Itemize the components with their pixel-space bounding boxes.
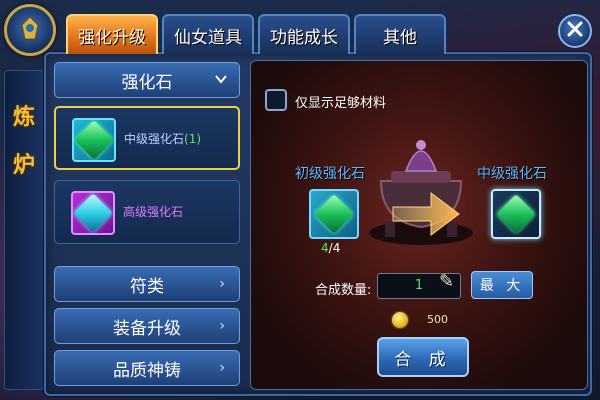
category-button-label: 装备升级 [113, 318, 181, 339]
category-button-label: 符类 [130, 276, 164, 297]
count-have: 4 [321, 241, 329, 255]
material-category-list: 强化石 中级强化石(1) 高级强化石 符类 › 装备升级 › 品质神铸 › [52, 58, 244, 394]
source-item-slot[interactable] [309, 189, 359, 239]
chevron-down-icon [215, 73, 227, 87]
count-need: 4 [332, 241, 341, 255]
item-label: 高级强化石 [123, 203, 183, 220]
category-button-equipment-upgrade[interactable]: 装备升级 › [54, 308, 240, 344]
gem-icon [496, 194, 536, 234]
gem-icon [73, 193, 113, 233]
side-banner-char: 炉 [13, 152, 36, 178]
coin-icon [391, 311, 409, 329]
arrow-right-icon [392, 192, 460, 236]
tab-fairy-items[interactable]: 仙女道具 [162, 14, 254, 54]
source-item-count: 4/4 [321, 241, 341, 255]
item-frame [71, 191, 115, 235]
feather-icon: ✎ [439, 271, 455, 292]
max-quantity-button[interactable]: 最 大 [471, 271, 533, 299]
side-banner: 炼 炉 [4, 70, 44, 390]
emblem-icon [4, 4, 56, 56]
item-frame [72, 118, 116, 162]
item-name: 中级强化石 [124, 132, 185, 146]
enough-materials-checkbox[interactable] [265, 89, 287, 111]
close-button[interactable] [558, 14, 592, 48]
item-qty: (1) [184, 132, 202, 146]
source-item-label: 初级强化石 [295, 166, 365, 182]
item-label: 中级强化石(1) [124, 130, 201, 147]
tab-other[interactable]: 其他 [354, 14, 446, 54]
tab-strengthen-upgrade[interactable]: 强化升级 [66, 14, 158, 54]
chevron-right-icon: › [219, 318, 225, 334]
category-header-label: 强化石 [121, 72, 173, 93]
category-button-talisman[interactable]: 符类 › [54, 266, 240, 302]
item-name: 高级强化石 [123, 205, 184, 219]
synthesis-panel: 仅显示足够材料 初级强化石 4/4 中级强化石 合成数量: 1 ✎ 最 大 50… [250, 60, 588, 390]
list-item-high-strengthen-stone[interactable]: 高级强化石 [54, 180, 240, 244]
list-item-mid-strengthen-stone[interactable]: 中级强化石(1) [54, 106, 240, 170]
close-icon [566, 19, 584, 43]
cost-amount: 500 [427, 313, 448, 326]
chevron-right-icon: › [219, 360, 225, 376]
quantity-label: 合成数量: [315, 283, 372, 298]
chevron-right-icon: › [219, 276, 225, 292]
category-button-quality-forge[interactable]: 品质神铸 › [54, 350, 240, 386]
category-header-strengthen-stone[interactable]: 强化石 [54, 62, 240, 98]
target-item-label: 中级强化石 [477, 166, 547, 182]
target-item-slot[interactable] [491, 189, 541, 239]
enough-materials-label: 仅显示足够材料 [295, 96, 387, 111]
compose-button[interactable]: 合 成 [377, 337, 469, 377]
category-button-label: 品质神铸 [113, 360, 181, 381]
tab-function-growth[interactable]: 功能成长 [258, 14, 350, 54]
side-banner-char: 炼 [13, 104, 36, 130]
gem-icon [314, 194, 354, 234]
gem-icon [74, 120, 114, 160]
